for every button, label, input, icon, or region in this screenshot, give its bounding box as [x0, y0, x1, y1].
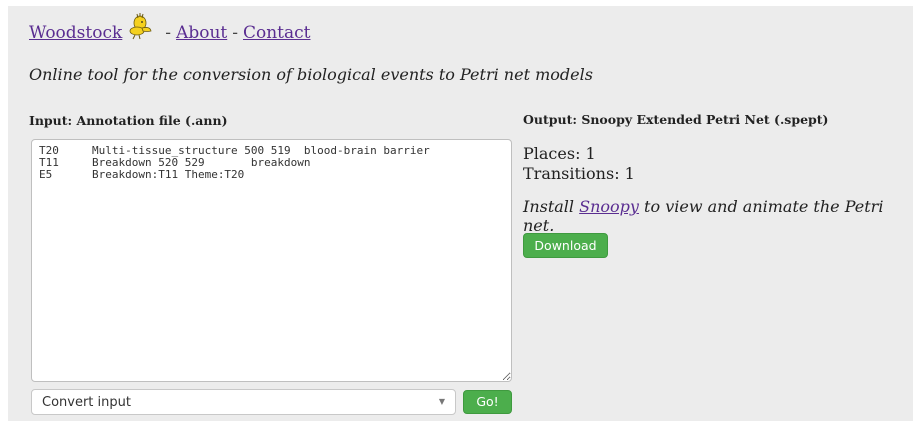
- install-prefix: Install: [523, 197, 575, 216]
- go-button[interactable]: Go!: [463, 390, 512, 414]
- install-suffix: to view and animate the Petri net.: [523, 197, 884, 235]
- woodstock-bird-icon: [128, 10, 154, 40]
- snoopy-link[interactable]: Snoopy: [579, 197, 639, 216]
- tagline: Online tool for the conversion of biolog…: [29, 65, 593, 84]
- transitions-count: Transitions: 1: [523, 164, 635, 183]
- output-heading: Output: Snoopy Extended Petri Net (.spep…: [523, 112, 829, 127]
- nav-separator: -: [232, 23, 238, 43]
- about-link[interactable]: About: [176, 23, 227, 43]
- install-note: Install Snoopy to view and animate the P…: [523, 197, 913, 235]
- input-heading: Input: Annotation file (.ann): [29, 113, 228, 128]
- caret-down-icon: ▼: [438, 397, 445, 406]
- page-panel: Woodstock - About - Contact Online tool …: [8, 6, 913, 421]
- convert-select-value: Convert input: [42, 395, 131, 410]
- places-count: Places: 1: [523, 144, 596, 163]
- annotation-textarea[interactable]: T20 Multi-tissue_structure 500 519 blood…: [31, 139, 512, 382]
- convert-select[interactable]: Convert input ▼: [31, 389, 456, 415]
- nav-separator: -: [165, 23, 172, 43]
- output-stats: Places: 1 Transitions: 1: [523, 144, 635, 184]
- top-nav: Woodstock - About - Contact: [29, 13, 311, 50]
- home-link[interactable]: Woodstock: [29, 23, 122, 43]
- download-button[interactable]: Download: [523, 233, 608, 258]
- contact-link[interactable]: Contact: [243, 23, 311, 43]
